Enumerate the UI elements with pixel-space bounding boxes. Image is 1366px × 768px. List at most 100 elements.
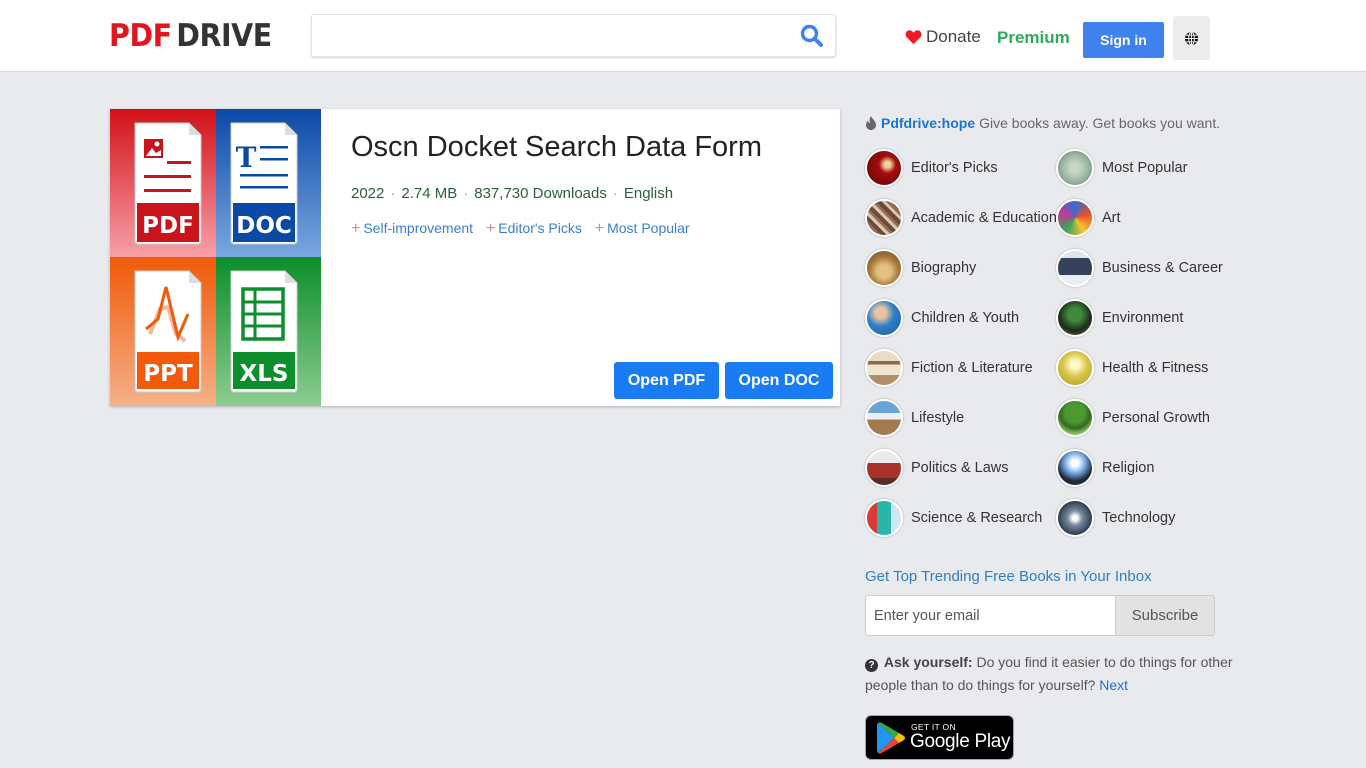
fire-icon xyxy=(866,116,876,130)
book-card: PDF T DOC PPT XLS Oscn Docket Search Dat… xyxy=(110,109,840,406)
category-thumbnail xyxy=(1056,499,1094,537)
search-button[interactable] xyxy=(799,23,825,49)
category-item[interactable]: Art xyxy=(1056,198,1121,238)
category-thumbnail xyxy=(865,449,903,487)
logo-drive: DRIVE xyxy=(176,18,272,54)
email-input[interactable] xyxy=(865,595,1115,636)
doc-tile: T DOC xyxy=(216,109,321,257)
category-thumbnail xyxy=(1056,149,1094,187)
book-title: Oscn Docket Search Data Form xyxy=(351,131,762,163)
search-input[interactable] xyxy=(312,15,782,56)
pdf-tile-label: PDF xyxy=(142,213,194,239)
search-bar xyxy=(311,14,836,57)
plus-icon: + xyxy=(594,220,605,237)
category-item[interactable]: Biography xyxy=(865,248,976,288)
sign-in-button[interactable]: Sign in xyxy=(1083,22,1164,58)
category-label: Religion xyxy=(1102,460,1155,476)
category-thumbnail xyxy=(1056,349,1094,387)
subscribe-form: Subscribe xyxy=(865,595,1215,636)
category-thumbnail xyxy=(865,199,903,237)
book-meta: 2022 · 2.74 MB · 837,730 Downloads · English xyxy=(351,185,673,202)
plus-icon: + xyxy=(485,220,496,237)
category-item[interactable]: Editor's Picks xyxy=(865,148,998,188)
category-label: Environment xyxy=(1102,310,1184,326)
hope-link[interactable]: Pdfdrive:hope xyxy=(881,115,975,131)
category-item[interactable]: Most Popular xyxy=(1056,148,1187,188)
category-label: Most Popular xyxy=(1102,160,1188,176)
category-label: Biography xyxy=(911,260,977,276)
category-label: Politics & Laws xyxy=(911,460,1009,476)
category-label: Personal Growth xyxy=(1102,410,1210,426)
newsletter-title: Get Top Trending Free Books in Your Inbo… xyxy=(865,568,1152,585)
category-item[interactable]: Lifestyle xyxy=(865,398,964,438)
book-downloads: 837,730 Downloads xyxy=(474,185,607,202)
tag-link[interactable]: + Most Popular xyxy=(594,220,690,237)
site-header: PDF DRIVE Donate Premium Sign in xyxy=(0,0,1366,72)
book-year: 2022 xyxy=(351,185,385,202)
category-item[interactable]: Environment xyxy=(1056,298,1183,338)
category-label: Business & Career xyxy=(1102,260,1223,276)
category-item[interactable]: Religion xyxy=(1056,448,1154,488)
tag-link[interactable]: + Editor's Picks xyxy=(485,220,582,237)
category-item[interactable]: Science & Research xyxy=(865,498,1042,538)
category-item[interactable]: Personal Growth xyxy=(1056,398,1210,438)
donate-label: Donate xyxy=(926,27,981,46)
category-thumbnail xyxy=(865,499,903,537)
category-item[interactable]: Fiction & Literature xyxy=(865,348,1033,388)
tag-link[interactable]: + Self-improvement xyxy=(351,220,474,237)
book-size: 2.74 MB xyxy=(401,185,458,202)
search-icon xyxy=(800,24,823,47)
category-item[interactable]: Children & Youth xyxy=(865,298,1019,338)
google-play-badge[interactable]: GET IT ON Google Play xyxy=(865,715,1014,760)
book-tags: + Self-improvement + Editor's Picks + Most … xyxy=(351,220,699,238)
category-thumbnail xyxy=(1056,299,1094,337)
open-doc-button[interactable]: Open DOC xyxy=(725,362,833,399)
category-item[interactable]: Business & Career xyxy=(1056,248,1223,288)
category-label: Technology xyxy=(1102,510,1176,526)
sidebar: Pdfdrive:hope Give books away. Get books… xyxy=(865,115,1233,760)
next-link[interactable]: Next xyxy=(1099,677,1128,693)
google-play-icon xyxy=(877,722,905,754)
premium-link[interactable]: Premium xyxy=(997,28,1070,48)
gplay-big-text: Google Play xyxy=(910,731,1011,752)
category-label: Fiction & Literature xyxy=(911,360,1033,376)
category-item[interactable]: Technology xyxy=(1056,498,1175,538)
question-icon: ? xyxy=(865,659,878,672)
tag-label: Most Popular xyxy=(607,220,690,236)
xls-tile-label: XLS xyxy=(240,361,289,387)
category-thumbnail xyxy=(865,399,903,437)
pdfdrive-logo[interactable]: PDF DRIVE xyxy=(109,18,272,54)
hope-text: Give books away. Get books you want. xyxy=(979,115,1221,131)
category-thumbnail xyxy=(1056,249,1094,287)
category-thumbnail xyxy=(1056,199,1094,237)
hope-banner: Pdfdrive:hope Give books away. Get books… xyxy=(865,115,1230,131)
doc-tile-t: T xyxy=(236,141,257,174)
separator: · xyxy=(463,185,469,202)
category-item[interactable]: Academic & Education xyxy=(865,198,1057,238)
category-label: Editor's Picks xyxy=(911,160,998,176)
ppt-tile: PPT xyxy=(110,257,216,406)
ask-yourself: ? Ask yourself: Do you find it easier to… xyxy=(865,651,1235,697)
donate-link[interactable]: Donate xyxy=(905,27,981,47)
open-pdf-button[interactable]: Open PDF xyxy=(614,362,719,399)
language-button[interactable] xyxy=(1173,16,1210,60)
globe-icon xyxy=(1184,30,1199,46)
category-label: Art xyxy=(1102,210,1121,226)
category-label: Children & Youth xyxy=(911,310,1020,326)
book-cover[interactable]: PDF T DOC PPT XLS xyxy=(110,109,321,406)
pdf-tile: PDF xyxy=(110,109,216,257)
category-thumbnail xyxy=(865,349,903,387)
tag-label: Self-improvement xyxy=(363,220,474,236)
subscribe-button[interactable]: Subscribe xyxy=(1115,595,1215,636)
category-label: Lifestyle xyxy=(911,410,965,426)
doc-tile-label: DOC xyxy=(236,213,292,239)
book-language: English xyxy=(623,185,674,202)
separator: · xyxy=(390,185,396,202)
category-label: Health & Fitness xyxy=(1102,360,1209,376)
xls-tile: XLS xyxy=(216,257,321,406)
category-thumbnail xyxy=(1056,449,1094,487)
category-thumbnail xyxy=(1056,399,1094,437)
category-item[interactable]: Politics & Laws xyxy=(865,448,1009,488)
category-item[interactable]: Health & Fitness xyxy=(1056,348,1208,388)
logo-pdf: PDF xyxy=(109,18,172,54)
